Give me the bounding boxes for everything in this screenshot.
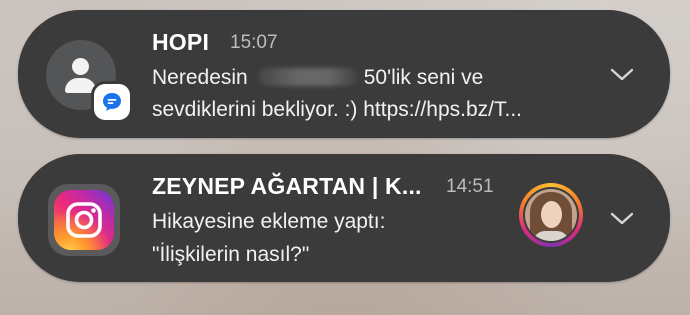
chat-bubble-icon (94, 84, 130, 120)
chevron-down-icon[interactable] (609, 211, 635, 227)
notification-message-line-2: "İlişkilerin nasıl?" (152, 243, 310, 266)
notification-hopi[interactable]: HOPI 15:07 Neredesin 50'lik seni ve sevdi… (18, 10, 670, 138)
message-text-end: 50'lik seni ve (363, 66, 484, 89)
notification-instagram[interactable]: ZEYNEP AĞ̆ARTAN | K... 14:51 Hikayesine … (18, 154, 670, 282)
notification-message-line-1: Hikayesine ekleme yaptı: (152, 210, 386, 233)
notification-time: 14:51 (446, 176, 494, 197)
message-text-start: Neredesin (152, 66, 248, 89)
notification-title: ZEYNEP AĞ̆ARTAN | K... (152, 173, 422, 199)
notification-title: HOPI (152, 29, 210, 55)
profile-photo (525, 189, 577, 241)
redacted-text (257, 68, 358, 86)
notification-message-line-2: sevdiklerini bekliyor. :) https://hps.bz… (152, 98, 522, 121)
chevron-down-icon[interactable] (609, 67, 635, 83)
notification-time: 15:07 (230, 32, 278, 53)
notification-message-line-1: Neredesin 50'lik seni ve (152, 66, 483, 90)
story-avatar[interactable] (519, 183, 583, 247)
instagram-icon (48, 184, 120, 256)
